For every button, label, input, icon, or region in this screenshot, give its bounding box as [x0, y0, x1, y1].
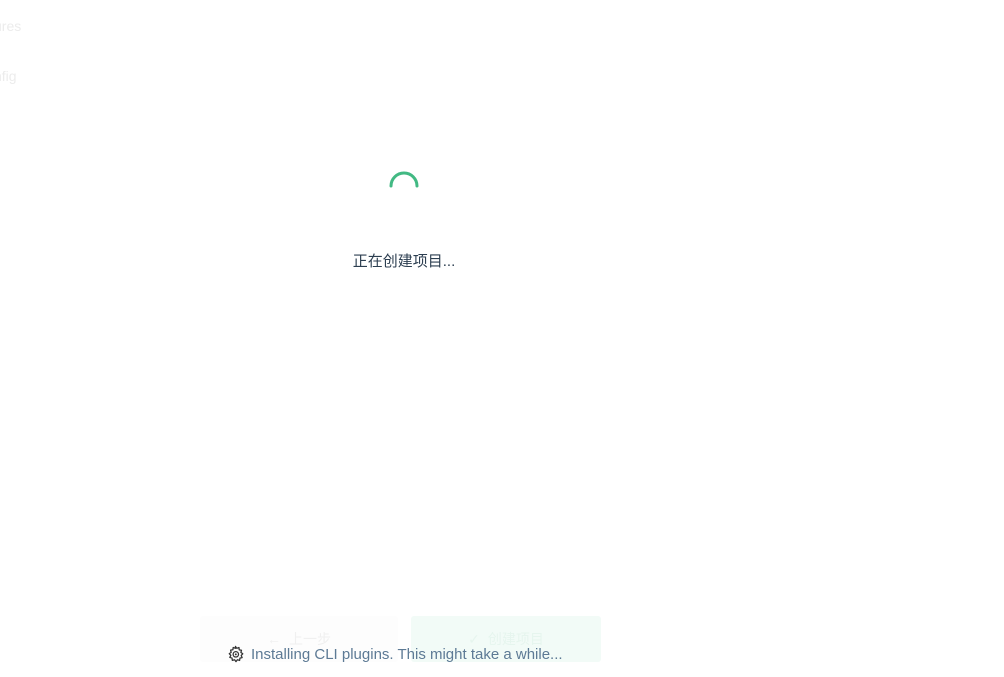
loading-spinner-icon — [389, 171, 419, 188]
loading-message: 正在创建项目... — [352, 253, 456, 270]
status-message: Installing CLI plugins. This might take … — [251, 645, 563, 663]
status-bar: Installing CLI plugins. This might take … — [226, 643, 563, 665]
loading-overlay: 正在创建项目... — [0, 0, 808, 677]
project-create-screen: ures nfig 正在创建项目... ← 上一步 ✓ 创建项目 Install… — [0, 0, 1004, 677]
gear-icon — [228, 645, 244, 662]
